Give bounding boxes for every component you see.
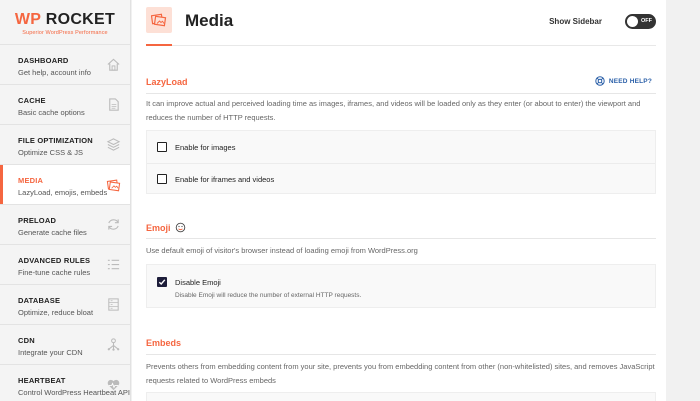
- checkmark-icon: [158, 279, 166, 286]
- emoji-title-text: Emoji: [146, 222, 171, 233]
- disable-emoji-checkbox[interactable]: [157, 277, 167, 287]
- sidebar-item-database[interactable]: DATABASE Optimize, reduce bloat: [0, 284, 130, 324]
- layers-icon: [106, 137, 121, 152]
- option-label: Enable for images: [175, 142, 236, 152]
- row-divider: [147, 163, 655, 164]
- home-icon: [106, 57, 121, 72]
- wp-rocket-logo[interactable]: WP ROCKET Superior WordPress Performance: [0, 0, 130, 44]
- list-icon: [106, 257, 121, 272]
- sidebar-item-advanced-rules[interactable]: ADVANCED RULES Fine-tune cache rules: [0, 244, 130, 284]
- disable-emoji-sublabel: Disable Emoji will reduce the number of …: [175, 292, 362, 299]
- emoji-options-box: Disable Emoji Disable Emoji will reduce …: [146, 264, 656, 308]
- sidebar-item-cdn[interactable]: CDN Integrate your CDN: [0, 324, 130, 364]
- embeds-description: Prevents others from embedding content f…: [146, 362, 655, 385]
- sidebar-item-file-optimization[interactable]: FILE OPTIMIZATION Optimize CSS & JS: [0, 124, 130, 164]
- lifebuoy-icon: [595, 76, 605, 86]
- option-label: Enable for iframes and videos: [175, 174, 275, 184]
- page-header: Media Show Sidebar OFF: [146, 0, 656, 46]
- main-content: Media Show Sidebar OFF LazyLoad NEED HEL…: [132, 0, 666, 401]
- sidebar-item-preload[interactable]: PRELOAD Generate cache files: [0, 204, 130, 244]
- option-label: Disable Emoji: [175, 277, 221, 287]
- sidebar-item-heartbeat[interactable]: HEARTBEAT Control WordPress Heartbeat AP…: [0, 364, 130, 401]
- sidebar: WP ROCKET Superior WordPress Performance…: [0, 0, 131, 401]
- file-icon: [106, 97, 121, 112]
- need-help-link[interactable]: NEED HELP?: [595, 76, 652, 86]
- emoji-description: Use default emoji of visitor's browser i…: [146, 246, 418, 255]
- emoji-icon: [175, 222, 185, 233]
- enable-images-option[interactable]: Enable for images: [157, 142, 235, 152]
- enable-iframes-checkbox[interactable]: [157, 174, 167, 184]
- enable-images-checkbox[interactable]: [157, 142, 167, 152]
- sidebar-item-cache[interactable]: CACHE Basic cache options: [0, 84, 130, 124]
- image-icon: [106, 177, 121, 192]
- lazyload-description: It can improve actual and perceived load…: [146, 99, 641, 122]
- heartbeat-icon: [106, 377, 121, 392]
- enable-iframes-option[interactable]: Enable for iframes and videos: [157, 174, 274, 184]
- embeds-options-box: [146, 392, 656, 401]
- section-divider: [146, 238, 656, 239]
- need-help-label: NEED HELP?: [608, 77, 652, 85]
- toggle-knob: [627, 16, 638, 27]
- logo-name-part1: WP: [14, 10, 41, 28]
- toggle-state-label: OFF: [641, 18, 652, 24]
- cdn-icon: [106, 337, 121, 352]
- show-sidebar-label: Show Sidebar: [549, 17, 602, 26]
- section-divider: [146, 354, 656, 355]
- section-divider: [146, 93, 656, 94]
- emoji-section-title: Emoji: [146, 222, 186, 233]
- lazyload-section-title: LazyLoad: [146, 77, 188, 87]
- page-title: Media: [185, 11, 234, 30]
- sidebar-item-dashboard[interactable]: DASHBOARD Get help, account info: [0, 44, 130, 84]
- show-sidebar-toggle[interactable]: OFF: [625, 14, 656, 29]
- database-icon: [106, 297, 121, 312]
- lazyload-options-box: Enable for images Enable for iframes and…: [146, 130, 656, 194]
- embeds-section-title: Embeds: [146, 338, 182, 348]
- disable-emoji-option[interactable]: Disable Emoji: [157, 277, 221, 287]
- sidebar-item-media[interactable]: MEDIA LazyLoad, emojis, embeds: [0, 164, 130, 204]
- refresh-icon: [106, 217, 121, 232]
- page-scrollbar-area: [666, 0, 700, 401]
- logo-name-part2: ROCKET: [40, 10, 116, 28]
- media-header-icon: [146, 7, 172, 33]
- logo-tagline: Superior WordPress Performance: [22, 29, 108, 36]
